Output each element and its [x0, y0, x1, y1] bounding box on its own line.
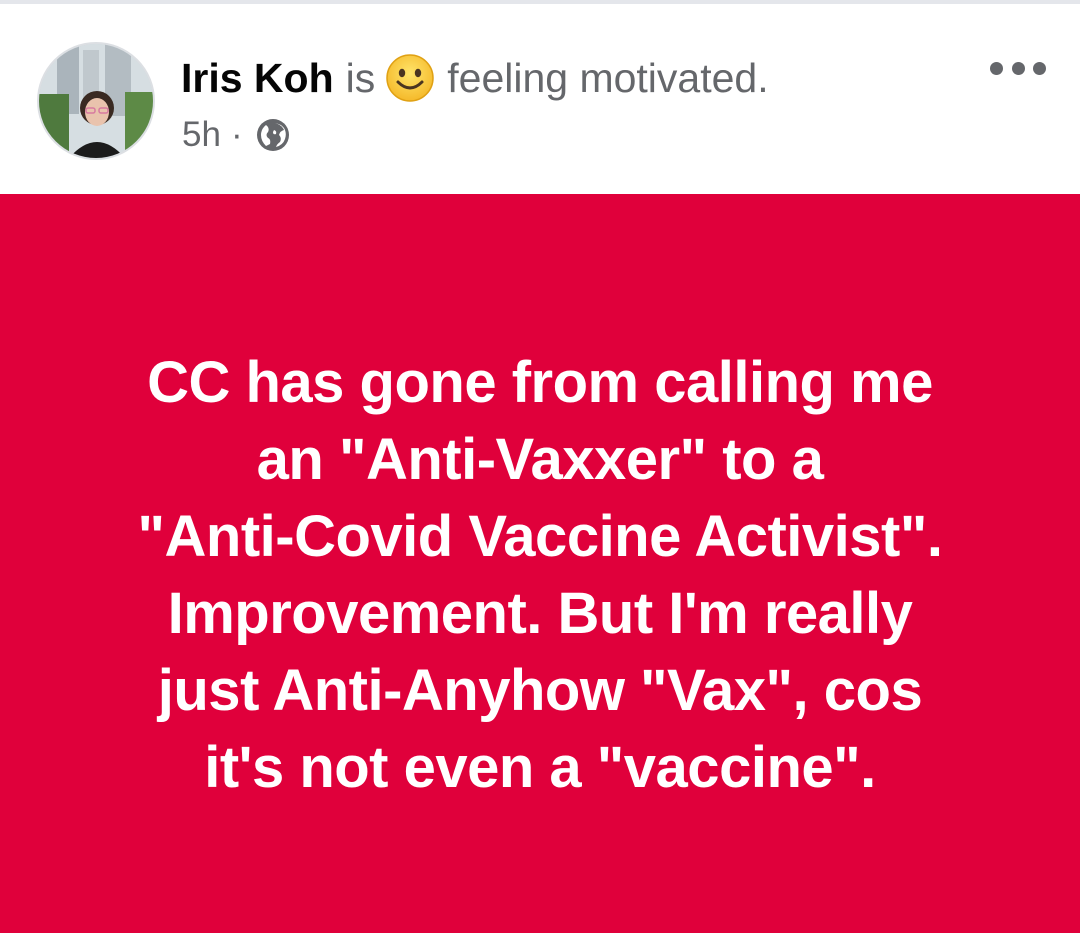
status-text: CC has gone from calling me an "Anti-Vax…: [137, 349, 943, 800]
post-header: Iris Koh is feeling motivated. 5h ·: [0, 4, 1080, 194]
more-options-icon[interactable]: [990, 56, 1046, 80]
post-meta: 5h ·: [182, 110, 291, 160]
feeling-text[interactable]: feeling motivated.: [447, 55, 768, 102]
facebook-post: Iris Koh is feeling motivated. 5h · CC h…: [0, 0, 1080, 933]
post-title-line: Iris Koh is feeling motivated.: [181, 48, 769, 108]
feeling-prefix: is: [345, 54, 376, 101]
more-dot: [1011, 61, 1025, 75]
author-name[interactable]: Iris Koh: [181, 55, 334, 102]
more-dot: [1033, 61, 1046, 75]
meta-separator: ·: [230, 115, 243, 154]
author-avatar[interactable]: [37, 42, 155, 160]
status-background: CC has gone from calling me an "Anti-Vax…: [0, 194, 1080, 933]
post-timestamp[interactable]: 5h: [182, 115, 221, 155]
avatar-photo: [39, 44, 153, 158]
more-dot: [990, 61, 1003, 75]
smiling-face-icon: [385, 53, 435, 103]
globe-icon[interactable]: [255, 117, 291, 153]
